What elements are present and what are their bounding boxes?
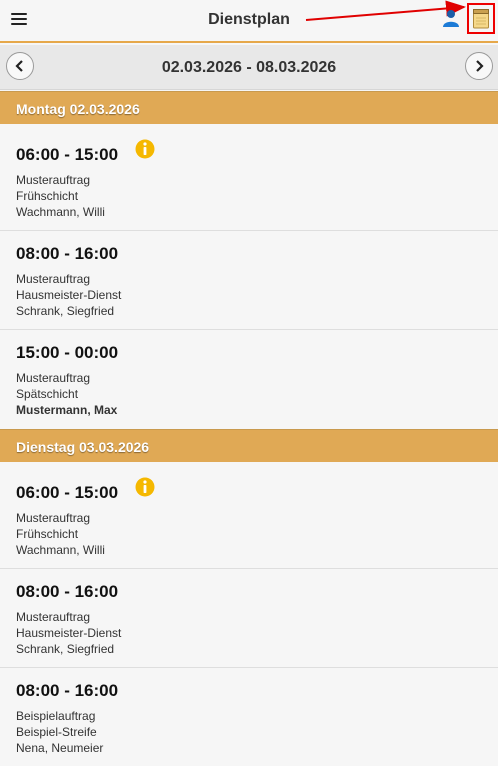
info-icon[interactable] xyxy=(135,477,155,497)
shift-employee: Schrank, Siegfried xyxy=(16,642,115,656)
shift-service: Beispiel-Streife xyxy=(16,725,97,739)
chevron-right-icon xyxy=(476,60,484,72)
next-week-button[interactable] xyxy=(465,52,493,80)
day-header: Montag 02.03.2026 xyxy=(0,91,498,124)
shift-service: Frühschicht xyxy=(16,189,79,203)
shift-employee: Wachmann, Willi xyxy=(16,205,105,219)
shift-time: 08:00 - 16:00 xyxy=(16,681,119,700)
shift-employee: Schrank, Siegfried xyxy=(16,304,115,318)
shift-order: Musterauftrag xyxy=(16,272,91,286)
day-header: Dienstag 03.03.2026 xyxy=(0,429,498,462)
shift-time: 08:00 - 16:00 xyxy=(16,244,119,263)
shift-order: Musterauftrag xyxy=(16,173,91,187)
shift-order: Musterauftrag xyxy=(16,371,91,385)
date-navigation: 02.03.2026 - 08.03.2026 xyxy=(0,45,498,90)
shift-order: Musterauftrag xyxy=(16,511,91,525)
shift-employee: Mustermann, Max xyxy=(16,403,118,417)
shift-item[interactable]: 06:00 - 15:00 Musterauftrag Frühschicht … xyxy=(0,462,498,569)
shift-service: Hausmeister-Dienst xyxy=(16,288,122,302)
info-icon[interactable] xyxy=(135,139,155,159)
shift-employee: Wachmann, Willi xyxy=(16,543,105,557)
shift-service: Spätschicht xyxy=(16,387,79,401)
shift-item[interactable]: 08:00 - 16:00 Beispielauftrag Beispiel-S… xyxy=(0,668,498,766)
shift-service: Hausmeister-Dienst xyxy=(16,626,122,640)
shift-service: Frühschicht xyxy=(16,527,79,541)
shift-item[interactable]: 06:00 - 15:00 Musterauftrag Frühschicht … xyxy=(0,124,498,231)
notes-icon xyxy=(473,8,489,28)
notes-button[interactable] xyxy=(467,3,495,34)
app-header: Dienstplan xyxy=(0,0,498,43)
shift-item[interactable]: 08:00 - 16:00 Musterauftrag Hausmeister-… xyxy=(0,231,498,330)
shift-order: Beispielauftrag xyxy=(16,709,96,723)
shift-item[interactable]: 08:00 - 16:00 Musterauftrag Hausmeister-… xyxy=(0,569,498,668)
shift-time: 06:00 - 15:00 xyxy=(16,145,119,164)
user-icon[interactable] xyxy=(441,8,461,28)
shift-time: 06:00 - 15:00 xyxy=(16,483,119,502)
shift-order: Musterauftrag xyxy=(16,610,91,624)
shift-item[interactable]: 15:00 - 00:00 Musterauftrag Spätschicht … xyxy=(0,330,498,429)
shift-employee: Nena, Neumeier xyxy=(16,741,104,755)
date-range: 02.03.2026 - 08.03.2026 xyxy=(161,59,337,76)
shift-time: 15:00 - 00:00 xyxy=(16,343,119,362)
shift-time: 08:00 - 16:00 xyxy=(16,582,119,601)
